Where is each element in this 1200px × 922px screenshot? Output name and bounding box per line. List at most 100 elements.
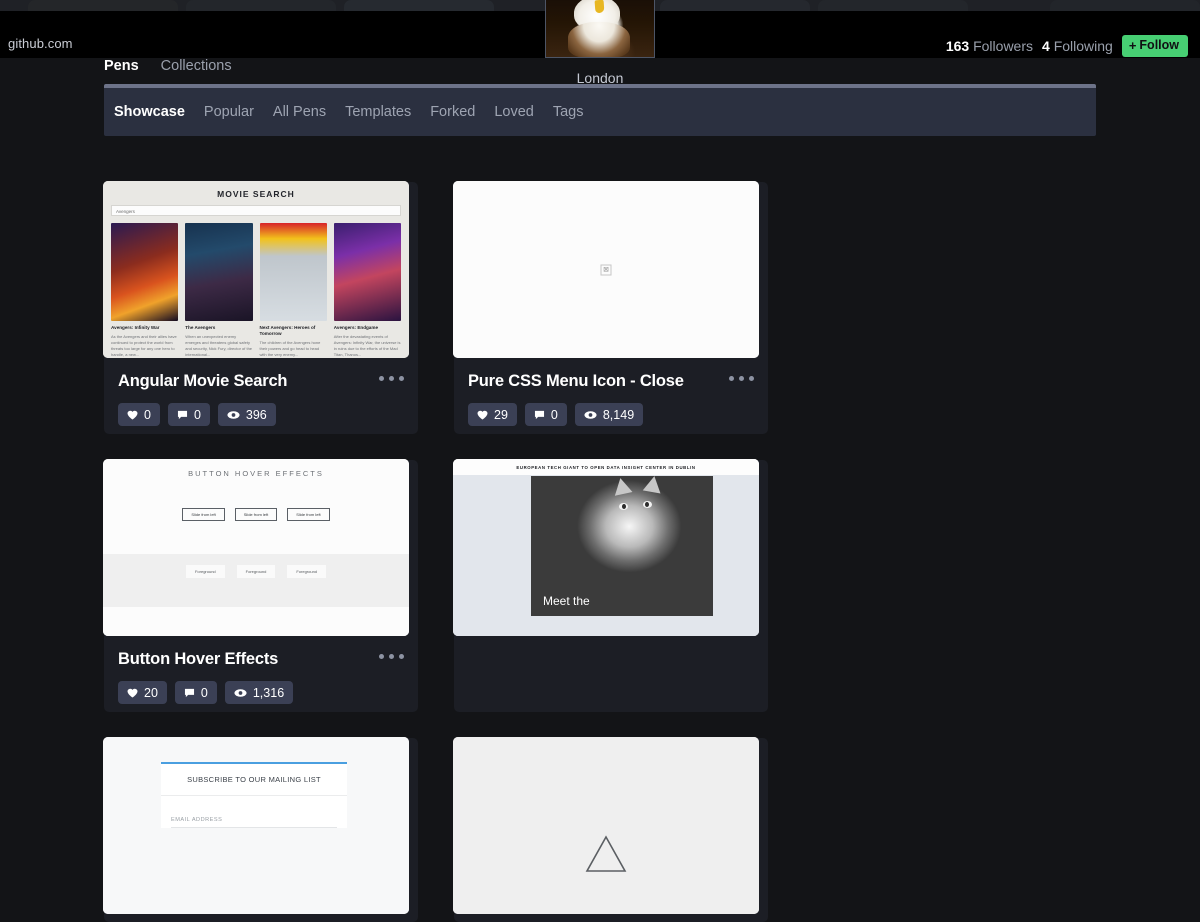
movie-item: Next Avengers: Heroes of Tomorrow The ch… [260, 223, 327, 358]
triangle-icon [583, 833, 629, 875]
hearts-count: 29 [494, 408, 508, 422]
comments-count: 0 [551, 408, 558, 422]
movie-title: The Avengers [185, 325, 252, 331]
pen-card[interactable]: ⊠ Pure CSS Menu Icon - Close 29 0 8,149 [454, 182, 768, 434]
tab-collections[interactable]: Collections [161, 58, 232, 74]
movie-desc: The children of the Avengers hone their … [260, 340, 327, 358]
movie-title: Avengers: Infinity War [111, 325, 178, 331]
pen-thumbnail[interactable] [453, 737, 759, 914]
subnav-item-popular[interactable]: Popular [204, 104, 254, 120]
thumb-button: Foreground [186, 565, 225, 578]
cat-photo: Meet the [531, 476, 713, 616]
thumb-button: Foreground [237, 565, 276, 578]
heart-icon [127, 688, 138, 698]
comments-stat[interactable]: 0 [168, 403, 210, 426]
views-stat[interactable]: 1,316 [225, 681, 293, 704]
subnav-item-tags[interactable]: Tags [553, 104, 584, 120]
thumb-band [103, 554, 409, 607]
thumb-button: Slide from left [182, 508, 224, 521]
views-stat[interactable]: 8,149 [575, 403, 643, 426]
eye-icon [584, 410, 597, 420]
pen-options-icon[interactable] [379, 654, 404, 659]
pen-stats: 20 0 1,316 [104, 669, 418, 704]
comment-icon [177, 410, 188, 420]
pen-card[interactable]: SUBSCRIBE TO OUR MAILING LIST EMAIL ADDR… [104, 738, 418, 922]
plus-icon: + [1129, 39, 1137, 52]
browser-tab[interactable] [818, 0, 968, 11]
movie-poster [260, 223, 327, 321]
eye-icon [234, 688, 247, 698]
pen-card[interactable] [454, 738, 768, 922]
hearts-stat[interactable]: 29 [468, 403, 517, 426]
followers-stat[interactable]: 163 Followers [946, 38, 1033, 54]
email-field-label: EMAIL ADDRESS [161, 796, 347, 827]
pen-title[interactable]: Button Hover Effects [104, 636, 418, 669]
pen-card[interactable]: MOVIE SEARCH Avengers Avengers: Infinity… [104, 182, 418, 434]
movie-poster [334, 223, 401, 321]
movie-poster [111, 223, 178, 321]
following-count: 4 [1042, 38, 1050, 54]
pen-grid: MOVIE SEARCH Avengers Avengers: Infinity… [104, 182, 1114, 922]
thumb-button: Slide from left [235, 508, 277, 521]
avatar[interactable] [545, 0, 655, 58]
heart-icon [477, 410, 488, 420]
pen-thumbnail[interactable]: BUTTON HOVER EFFECTS Slide from left Sli… [103, 459, 409, 636]
comments-stat[interactable]: 0 [175, 681, 217, 704]
comments-count: 0 [201, 686, 208, 700]
subnav-item-showcase[interactable]: Showcase [114, 104, 185, 120]
pen-stats: 0 0 396 [104, 391, 418, 426]
comment-icon [184, 688, 195, 698]
movie-item: The Avengers When an unexpected enemy em… [185, 223, 252, 358]
movie-item: Avengers: Endgame After the devastating … [334, 223, 401, 358]
pen-thumbnail[interactable]: MOVIE SEARCH Avengers Avengers: Infinity… [103, 181, 409, 358]
browser-tab[interactable] [186, 0, 336, 11]
pen-options-icon[interactable] [379, 376, 404, 381]
views-count: 396 [246, 408, 267, 422]
browser-tab[interactable] [344, 0, 494, 11]
pen-stats: 29 0 8,149 [454, 391, 768, 426]
thumb-heading: BUTTON HOVER EFFECTS [103, 459, 409, 478]
browser-tab[interactable] [660, 0, 810, 11]
pen-card[interactable]: EUROPEAN TECH GIANT TO OPEN DATA INSIGHT… [454, 460, 768, 712]
movie-desc: After the devastating events of Avengers… [334, 334, 401, 358]
movie-title: Avengers: Endgame [334, 325, 401, 331]
hearts-stat[interactable]: 20 [118, 681, 167, 704]
pen-card[interactable]: BUTTON HOVER EFFECTS Slide from left Sli… [104, 460, 418, 712]
browser-tab[interactable] [1050, 0, 1200, 11]
pen-title[interactable]: Angular Movie Search [104, 358, 418, 391]
hearts-count: 0 [144, 408, 151, 422]
pen-title[interactable]: Pure CSS Menu Icon - Close [454, 358, 768, 391]
hearts-stat[interactable]: 0 [118, 403, 160, 426]
news-headline: EUROPEAN TECH GIANT TO OPEN DATA INSIGHT… [453, 459, 759, 475]
thumb-search-input: Avengers [111, 205, 401, 216]
news-caption: Meet the [543, 594, 590, 608]
comments-stat[interactable]: 0 [525, 403, 567, 426]
views-stat[interactable]: 396 [218, 403, 276, 426]
pen-thumbnail[interactable]: SUBSCRIBE TO OUR MAILING LIST EMAIL ADDR… [103, 737, 409, 914]
movie-title: Next Avengers: Heroes of Tomorrow [260, 325, 327, 337]
subnav-item-templates[interactable]: Templates [345, 104, 411, 120]
comments-count: 0 [194, 408, 201, 422]
broken-image-icon: ⊠ [601, 264, 612, 275]
movie-desc: When an unexpected enemy emerges and thr… [185, 334, 252, 358]
pen-thumbnail[interactable]: EUROPEAN TECH GIANT TO OPEN DATA INSIGHT… [453, 459, 759, 636]
tab-pens[interactable]: Pens [104, 58, 139, 74]
movie-poster [185, 223, 252, 321]
browser-tab[interactable] [28, 0, 178, 11]
eagle-icon [546, 0, 654, 57]
followers-count: 163 [946, 38, 969, 54]
subnav: Showcase Popular All Pens Templates Fork… [104, 84, 1096, 136]
subnav-item-loved[interactable]: Loved [494, 104, 534, 120]
views-count: 1,316 [253, 686, 284, 700]
pen-options-icon[interactable] [729, 376, 754, 381]
follow-button[interactable]: + Follow [1122, 35, 1188, 57]
subnav-item-all-pens[interactable]: All Pens [273, 104, 326, 120]
site-url-label: github.com [8, 36, 73, 51]
pen-thumbnail[interactable]: ⊠ [453, 181, 759, 358]
thumb-heading: MOVIE SEARCH [111, 189, 401, 199]
eye-icon [227, 410, 240, 420]
thumb-button: Slide from left [287, 508, 329, 521]
following-stat[interactable]: 4 Following [1042, 38, 1113, 54]
main-tabs: Pens Collections [104, 58, 232, 74]
subnav-item-forked[interactable]: Forked [430, 104, 475, 120]
